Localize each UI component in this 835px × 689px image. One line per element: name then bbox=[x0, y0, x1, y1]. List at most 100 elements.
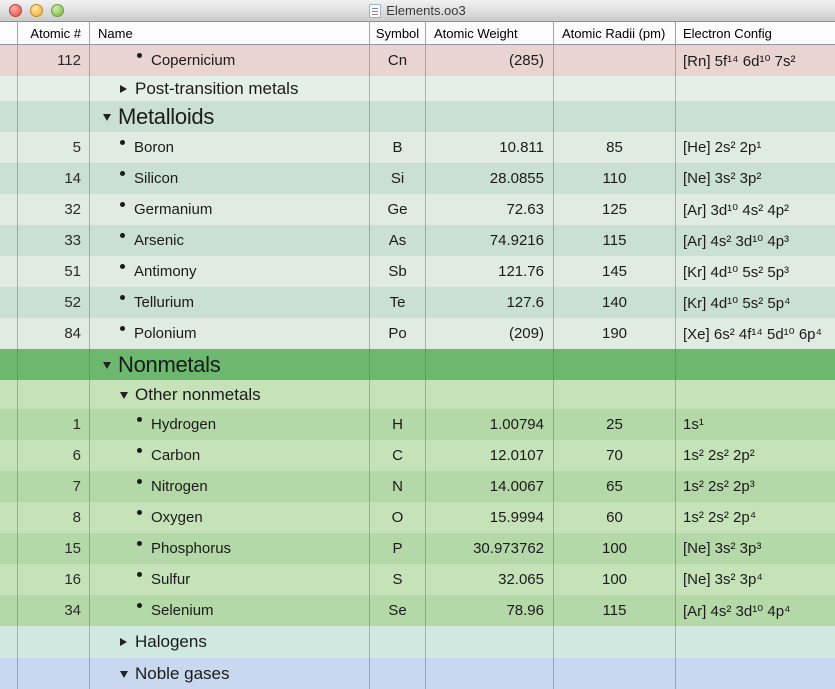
symbol-cell[interactable]: Cn bbox=[370, 45, 426, 76]
element-row-antimony[interactable]: 51AntimonySb121.76145[Kr] 4d¹⁰ 5s² 5p³ bbox=[0, 256, 835, 287]
config-cell[interactable] bbox=[676, 380, 835, 409]
weight-cell[interactable]: (285) bbox=[426, 45, 554, 76]
atomic-number-cell[interactable]: 34 bbox=[18, 595, 90, 626]
weight-cell[interactable] bbox=[426, 76, 554, 101]
bullet-icon[interactable] bbox=[137, 572, 142, 577]
name-cell[interactable]: Metalloids bbox=[90, 101, 370, 132]
bullet-icon[interactable] bbox=[137, 603, 142, 608]
name-cell[interactable]: Post-transition metals bbox=[90, 76, 370, 101]
weight-cell[interactable]: 30.973762 bbox=[426, 533, 554, 564]
bullet-icon[interactable] bbox=[120, 295, 125, 300]
radius-cell[interactable] bbox=[554, 658, 676, 689]
name-cell[interactable]: Germanium bbox=[90, 194, 370, 225]
weight-cell[interactable]: 28.0855 bbox=[426, 163, 554, 194]
radius-cell[interactable]: 115 bbox=[554, 595, 676, 626]
weight-cell[interactable]: 74.9216 bbox=[426, 225, 554, 256]
bullet-icon[interactable] bbox=[120, 140, 125, 145]
bullet-icon[interactable] bbox=[120, 326, 125, 331]
bullet-icon[interactable] bbox=[137, 448, 142, 453]
radius-cell[interactable]: 110 bbox=[554, 163, 676, 194]
element-row-nitrogen[interactable]: 7NitrogenN14.0067651s² 2s² 2p³ bbox=[0, 471, 835, 502]
config-cell[interactable]: [Kr] 4d¹⁰ 5s² 5p⁴ bbox=[676, 287, 835, 318]
config-cell[interactable]: [Ar] 3d¹⁰ 4s² 4p² bbox=[676, 194, 835, 225]
weight-cell[interactable] bbox=[426, 658, 554, 689]
column-header-atomic-radii[interactable]: Atomic Radii (pm) bbox=[554, 22, 676, 44]
column-header-name[interactable]: Name bbox=[90, 22, 370, 44]
atomic-number-cell[interactable] bbox=[18, 76, 90, 101]
column-header-electron-config[interactable]: Electron Config bbox=[676, 22, 835, 44]
section-row-noble-gases[interactable]: Noble gases bbox=[0, 658, 835, 689]
atomic-number-cell[interactable]: 84 bbox=[18, 318, 90, 349]
bullet-icon[interactable] bbox=[120, 233, 125, 238]
weight-cell[interactable]: (209) bbox=[426, 318, 554, 349]
name-cell[interactable]: Oxygen bbox=[90, 502, 370, 533]
radius-cell[interactable]: 85 bbox=[554, 132, 676, 163]
symbol-cell[interactable]: Sb bbox=[370, 256, 426, 287]
symbol-cell[interactable]: P bbox=[370, 533, 426, 564]
config-cell[interactable]: 1s² 2s² 2p³ bbox=[676, 471, 835, 502]
radius-cell[interactable] bbox=[554, 349, 676, 380]
name-cell[interactable]: Nitrogen bbox=[90, 471, 370, 502]
radius-cell[interactable]: 100 bbox=[554, 533, 676, 564]
config-cell[interactable]: [Ne] 3s² 3p³ bbox=[676, 533, 835, 564]
name-cell[interactable]: Selenium bbox=[90, 595, 370, 626]
column-header-symbol[interactable]: Symbol bbox=[370, 22, 426, 44]
disclosure-triangle-expanded-icon[interactable] bbox=[120, 392, 128, 399]
atomic-number-cell[interactable]: 33 bbox=[18, 225, 90, 256]
config-cell[interactable]: [Rn] 5f¹⁴ 6d¹⁰ 7s² bbox=[676, 45, 835, 76]
symbol-cell[interactable] bbox=[370, 658, 426, 689]
section-row-other-nonmetals[interactable]: Other nonmetals bbox=[0, 380, 835, 409]
symbol-cell[interactable]: N bbox=[370, 471, 426, 502]
element-row-arsenic[interactable]: 33ArsenicAs74.9216115[Ar] 4s² 3d¹⁰ 4p³ bbox=[0, 225, 835, 256]
section-row-nonmetals[interactable]: Nonmetals bbox=[0, 349, 835, 380]
atomic-number-cell[interactable]: 15 bbox=[18, 533, 90, 564]
config-cell[interactable]: 1s¹ bbox=[676, 409, 835, 440]
config-cell[interactable]: [Ar] 4s² 3d¹⁰ 4p³ bbox=[676, 225, 835, 256]
name-cell[interactable]: Other nonmetals bbox=[90, 380, 370, 409]
bullet-icon[interactable] bbox=[120, 171, 125, 176]
name-cell[interactable]: Halogens bbox=[90, 626, 370, 658]
disclosure-triangle-expanded-icon[interactable] bbox=[103, 362, 111, 369]
element-row-copernicium[interactable]: 112CoperniciumCn(285) [Rn] 5f¹⁴ 6d¹⁰ 7s² bbox=[0, 45, 835, 76]
config-cell[interactable]: [Xe] 6s² 4f¹⁴ 5d¹⁰ 6p⁴ bbox=[676, 318, 835, 349]
zoom-button[interactable] bbox=[51, 4, 64, 17]
config-cell[interactable]: [He] 2s² 2p¹ bbox=[676, 132, 835, 163]
config-cell[interactable]: [Ne] 3s² 3p² bbox=[676, 163, 835, 194]
bullet-icon[interactable] bbox=[120, 264, 125, 269]
weight-cell[interactable]: 127.6 bbox=[426, 287, 554, 318]
radius-cell[interactable]: 70 bbox=[554, 440, 676, 471]
symbol-cell[interactable]: Po bbox=[370, 318, 426, 349]
weight-cell[interactable]: 12.0107 bbox=[426, 440, 554, 471]
symbol-cell[interactable]: B bbox=[370, 132, 426, 163]
bullet-icon[interactable] bbox=[137, 53, 142, 58]
name-cell[interactable]: Silicon bbox=[90, 163, 370, 194]
atomic-number-cell[interactable]: 16 bbox=[18, 564, 90, 595]
atomic-number-cell[interactable]: 8 bbox=[18, 502, 90, 533]
symbol-cell[interactable]: O bbox=[370, 502, 426, 533]
radius-cell[interactable]: 65 bbox=[554, 471, 676, 502]
symbol-cell[interactable] bbox=[370, 626, 426, 658]
radius-cell[interactable]: 140 bbox=[554, 287, 676, 318]
weight-cell[interactable] bbox=[426, 349, 554, 380]
radius-cell[interactable]: 115 bbox=[554, 225, 676, 256]
disclosure-triangle-collapsed-icon[interactable] bbox=[120, 638, 128, 646]
disclosure-triangle-expanded-icon[interactable] bbox=[120, 671, 128, 678]
name-cell[interactable]: Sulfur bbox=[90, 564, 370, 595]
element-row-carbon[interactable]: 6CarbonC12.0107701s² 2s² 2p² bbox=[0, 440, 835, 471]
config-cell[interactable] bbox=[676, 658, 835, 689]
section-row-metalloids[interactable]: Metalloids bbox=[0, 101, 835, 132]
element-row-tellurium[interactable]: 52TelluriumTe127.6140[Kr] 4d¹⁰ 5s² 5p⁴ bbox=[0, 287, 835, 318]
column-header-atomic-number[interactable]: Atomic # bbox=[18, 22, 90, 44]
radius-cell[interactable] bbox=[554, 76, 676, 101]
name-cell[interactable]: Copernicium bbox=[90, 45, 370, 76]
atomic-number-cell[interactable]: 112 bbox=[18, 45, 90, 76]
symbol-cell[interactable]: Ge bbox=[370, 194, 426, 225]
radius-cell[interactable] bbox=[554, 626, 676, 658]
element-row-hydrogen[interactable]: 1HydrogenH1.00794251s¹ bbox=[0, 409, 835, 440]
bullet-icon[interactable] bbox=[137, 541, 142, 546]
symbol-cell[interactable]: S bbox=[370, 564, 426, 595]
weight-cell[interactable] bbox=[426, 101, 554, 132]
config-cell[interactable]: 1s² 2s² 2p² bbox=[676, 440, 835, 471]
atomic-number-cell[interactable]: 32 bbox=[18, 194, 90, 225]
config-cell[interactable]: 1s² 2s² 2p⁴ bbox=[676, 502, 835, 533]
